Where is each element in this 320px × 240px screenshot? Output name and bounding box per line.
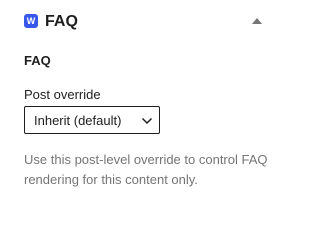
caret-up-icon[interactable] (250, 14, 264, 28)
chevron-down-icon (141, 114, 153, 126)
post-override-select[interactable]: Inherit (default) (24, 106, 160, 134)
panel-header-toggle[interactable]: W FAQ (0, 0, 280, 44)
post-override-selected-value: Inherit (default) (34, 113, 122, 128)
section-heading: FAQ (24, 53, 51, 68)
post-override-label: Post override (24, 87, 101, 102)
help-text: Use this post-level override to control … (24, 152, 268, 187)
plugin-logo-icon: W (24, 14, 38, 28)
faq-panel: W FAQ FAQ Post override Inherit (default… (0, 0, 280, 218)
panel-title: FAQ (45, 13, 78, 30)
